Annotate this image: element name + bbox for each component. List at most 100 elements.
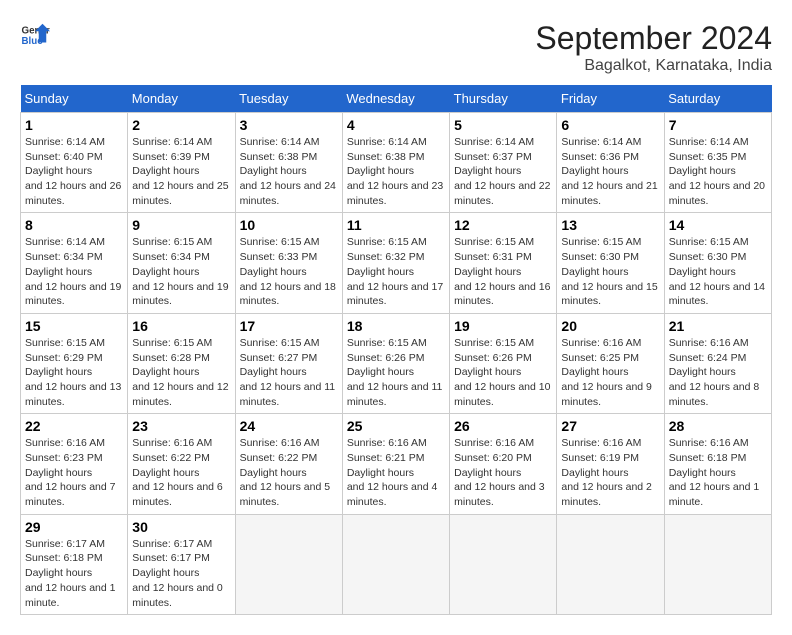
calendar-week-5: 29 Sunrise: 6:17 AMSunset: 6:18 PMDaylig…	[21, 514, 772, 614]
calendar-cell	[557, 514, 664, 614]
calendar-cell: 29 Sunrise: 6:17 AMSunset: 6:18 PMDaylig…	[21, 514, 128, 614]
day-number: 17	[240, 318, 338, 334]
day-number: 13	[561, 217, 659, 233]
day-detail: Sunrise: 6:15 AMSunset: 6:33 PMDaylight …	[240, 236, 336, 307]
day-detail: Sunrise: 6:16 AMSunset: 6:20 PMDaylight …	[454, 437, 545, 508]
day-detail: Sunrise: 6:16 AMSunset: 6:19 PMDaylight …	[561, 437, 652, 508]
calendar-cell: 25 Sunrise: 6:16 AMSunset: 6:21 PMDaylig…	[342, 414, 449, 514]
day-detail: Sunrise: 6:15 AMSunset: 6:30 PMDaylight …	[561, 236, 657, 307]
logo: General Blue	[20, 20, 50, 50]
calendar-cell: 7 Sunrise: 6:14 AMSunset: 6:35 PMDayligh…	[664, 113, 771, 213]
day-number: 30	[132, 519, 230, 535]
day-number: 24	[240, 418, 338, 434]
logo-icon: General Blue	[20, 20, 50, 50]
weekday-wednesday: Wednesday	[342, 85, 449, 113]
day-detail: Sunrise: 6:16 AMSunset: 6:24 PMDaylight …	[669, 337, 760, 408]
calendar-week-3: 15 Sunrise: 6:15 AMSunset: 6:29 PMDaylig…	[21, 313, 772, 413]
day-detail: Sunrise: 6:17 AMSunset: 6:18 PMDaylight …	[25, 538, 116, 609]
day-number: 20	[561, 318, 659, 334]
calendar-week-4: 22 Sunrise: 6:16 AMSunset: 6:23 PMDaylig…	[21, 414, 772, 514]
day-detail: Sunrise: 6:14 AMSunset: 6:37 PMDaylight …	[454, 136, 550, 207]
calendar-cell: 4 Sunrise: 6:14 AMSunset: 6:38 PMDayligh…	[342, 113, 449, 213]
calendar-cell: 10 Sunrise: 6:15 AMSunset: 6:33 PMDaylig…	[235, 213, 342, 313]
day-detail: Sunrise: 6:14 AMSunset: 6:35 PMDaylight …	[669, 136, 765, 207]
calendar-cell	[664, 514, 771, 614]
day-number: 10	[240, 217, 338, 233]
calendar-cell: 14 Sunrise: 6:15 AMSunset: 6:30 PMDaylig…	[664, 213, 771, 313]
location-title: Bagalkot, Karnataka, India	[535, 57, 772, 75]
day-number: 14	[669, 217, 767, 233]
day-number: 11	[347, 217, 445, 233]
weekday-thursday: Thursday	[450, 85, 557, 113]
day-number: 15	[25, 318, 123, 334]
calendar-cell: 5 Sunrise: 6:14 AMSunset: 6:37 PMDayligh…	[450, 113, 557, 213]
calendar-cell: 6 Sunrise: 6:14 AMSunset: 6:36 PMDayligh…	[557, 113, 664, 213]
day-detail: Sunrise: 6:16 AMSunset: 6:22 PMDaylight …	[240, 437, 331, 508]
calendar-cell: 30 Sunrise: 6:17 AMSunset: 6:17 PMDaylig…	[128, 514, 235, 614]
calendar-cell: 24 Sunrise: 6:16 AMSunset: 6:22 PMDaylig…	[235, 414, 342, 514]
calendar-week-1: 1 Sunrise: 6:14 AMSunset: 6:40 PMDayligh…	[21, 113, 772, 213]
day-detail: Sunrise: 6:15 AMSunset: 6:26 PMDaylight …	[454, 337, 550, 408]
calendar-cell: 18 Sunrise: 6:15 AMSunset: 6:26 PMDaylig…	[342, 313, 449, 413]
day-detail: Sunrise: 6:15 AMSunset: 6:27 PMDaylight …	[240, 337, 336, 408]
day-number: 9	[132, 217, 230, 233]
day-detail: Sunrise: 6:15 AMSunset: 6:32 PMDaylight …	[347, 236, 443, 307]
day-number: 4	[347, 117, 445, 133]
day-detail: Sunrise: 6:16 AMSunset: 6:21 PMDaylight …	[347, 437, 438, 508]
day-detail: Sunrise: 6:14 AMSunset: 6:34 PMDaylight …	[25, 236, 121, 307]
day-number: 6	[561, 117, 659, 133]
calendar-cell: 15 Sunrise: 6:15 AMSunset: 6:29 PMDaylig…	[21, 313, 128, 413]
header: General Blue September 2024 Bagalkot, Ka…	[20, 20, 772, 75]
month-title: September 2024	[535, 20, 772, 57]
calendar-cell	[450, 514, 557, 614]
day-number: 25	[347, 418, 445, 434]
day-number: 27	[561, 418, 659, 434]
day-number: 19	[454, 318, 552, 334]
day-detail: Sunrise: 6:14 AMSunset: 6:38 PMDaylight …	[240, 136, 336, 207]
calendar-cell: 2 Sunrise: 6:14 AMSunset: 6:39 PMDayligh…	[128, 113, 235, 213]
day-number: 1	[25, 117, 123, 133]
day-number: 16	[132, 318, 230, 334]
calendar-cell	[235, 514, 342, 614]
day-number: 3	[240, 117, 338, 133]
day-number: 8	[25, 217, 123, 233]
calendar-table: SundayMondayTuesdayWednesdayThursdayFrid…	[20, 85, 772, 615]
day-detail: Sunrise: 6:14 AMSunset: 6:36 PMDaylight …	[561, 136, 657, 207]
day-detail: Sunrise: 6:16 AMSunset: 6:25 PMDaylight …	[561, 337, 652, 408]
day-number: 22	[25, 418, 123, 434]
calendar-cell: 3 Sunrise: 6:14 AMSunset: 6:38 PMDayligh…	[235, 113, 342, 213]
day-number: 21	[669, 318, 767, 334]
calendar-cell: 1 Sunrise: 6:14 AMSunset: 6:40 PMDayligh…	[21, 113, 128, 213]
weekday-tuesday: Tuesday	[235, 85, 342, 113]
calendar-cell: 23 Sunrise: 6:16 AMSunset: 6:22 PMDaylig…	[128, 414, 235, 514]
day-number: 5	[454, 117, 552, 133]
day-number: 7	[669, 117, 767, 133]
calendar-cell: 8 Sunrise: 6:14 AMSunset: 6:34 PMDayligh…	[21, 213, 128, 313]
day-detail: Sunrise: 6:14 AMSunset: 6:39 PMDaylight …	[132, 136, 228, 207]
weekday-monday: Monday	[128, 85, 235, 113]
calendar-cell: 22 Sunrise: 6:16 AMSunset: 6:23 PMDaylig…	[21, 414, 128, 514]
calendar-week-2: 8 Sunrise: 6:14 AMSunset: 6:34 PMDayligh…	[21, 213, 772, 313]
day-detail: Sunrise: 6:17 AMSunset: 6:17 PMDaylight …	[132, 538, 223, 609]
day-detail: Sunrise: 6:16 AMSunset: 6:23 PMDaylight …	[25, 437, 116, 508]
weekday-saturday: Saturday	[664, 85, 771, 113]
day-detail: Sunrise: 6:14 AMSunset: 6:40 PMDaylight …	[25, 136, 121, 207]
calendar-cell: 13 Sunrise: 6:15 AMSunset: 6:30 PMDaylig…	[557, 213, 664, 313]
weekday-header: SundayMondayTuesdayWednesdayThursdayFrid…	[21, 85, 772, 113]
calendar-cell: 26 Sunrise: 6:16 AMSunset: 6:20 PMDaylig…	[450, 414, 557, 514]
day-detail: Sunrise: 6:15 AMSunset: 6:31 PMDaylight …	[454, 236, 550, 307]
day-number: 28	[669, 418, 767, 434]
day-detail: Sunrise: 6:15 AMSunset: 6:26 PMDaylight …	[347, 337, 443, 408]
day-number: 12	[454, 217, 552, 233]
day-detail: Sunrise: 6:15 AMSunset: 6:29 PMDaylight …	[25, 337, 121, 408]
day-detail: Sunrise: 6:15 AMSunset: 6:30 PMDaylight …	[669, 236, 765, 307]
day-number: 29	[25, 519, 123, 535]
day-detail: Sunrise: 6:16 AMSunset: 6:18 PMDaylight …	[669, 437, 760, 508]
calendar-cell: 21 Sunrise: 6:16 AMSunset: 6:24 PMDaylig…	[664, 313, 771, 413]
calendar-cell: 16 Sunrise: 6:15 AMSunset: 6:28 PMDaylig…	[128, 313, 235, 413]
day-detail: Sunrise: 6:15 AMSunset: 6:28 PMDaylight …	[132, 337, 228, 408]
day-number: 18	[347, 318, 445, 334]
calendar-cell: 20 Sunrise: 6:16 AMSunset: 6:25 PMDaylig…	[557, 313, 664, 413]
calendar-cell	[342, 514, 449, 614]
calendar-body: 1 Sunrise: 6:14 AMSunset: 6:40 PMDayligh…	[21, 113, 772, 615]
